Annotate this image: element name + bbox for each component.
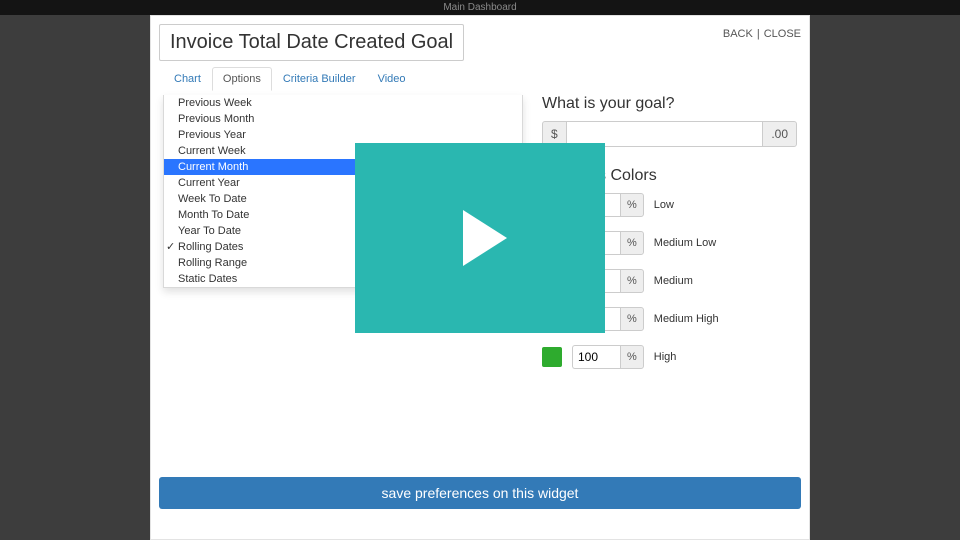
save-button[interactable]: save preferences on this widget <box>159 477 801 509</box>
back-link[interactable]: BACK <box>723 28 753 40</box>
pct-unit: % <box>620 193 644 217</box>
video-play-overlay[interactable] <box>355 143 605 333</box>
tab-options[interactable]: Options <box>212 67 272 91</box>
dropdown-item[interactable]: Previous Year <box>164 127 522 143</box>
pct-unit: % <box>620 269 644 293</box>
tab-chart[interactable]: Chart <box>163 67 212 91</box>
dropdown-item[interactable]: Previous Month <box>164 111 522 127</box>
pct-unit: % <box>620 307 644 331</box>
pct-unit: % <box>620 345 644 369</box>
close-link[interactable]: CLOSE <box>764 28 801 40</box>
progress-label: Medium <box>654 275 693 287</box>
pct-input[interactable] <box>572 345 620 369</box>
progress-row-high: % High <box>542 345 797 369</box>
goal-question: What is your goal? <box>542 95 797 113</box>
progress-label: Medium High <box>654 313 719 325</box>
top-bar-title: Main Dashboard <box>443 2 516 13</box>
progress-label: High <box>654 351 677 363</box>
tab-video[interactable]: Video <box>367 67 417 91</box>
progress-label: Medium Low <box>654 237 716 249</box>
tab-criteria-builder[interactable]: Criteria Builder <box>272 67 367 91</box>
pct-group: % <box>572 345 644 369</box>
top-bar: Main Dashboard <box>0 0 960 15</box>
header-actions: BACK | CLOSE <box>723 24 801 40</box>
play-icon <box>463 210 507 266</box>
color-swatch[interactable] <box>542 347 562 367</box>
dropdown-item[interactable]: Previous Week <box>164 95 522 111</box>
modal-header: Invoice Total Date Created Goal BACK | C… <box>159 24 801 61</box>
pct-unit: % <box>620 231 644 255</box>
progress-label: Low <box>654 199 674 211</box>
widget-title[interactable]: Invoice Total Date Created Goal <box>159 24 464 61</box>
tabs: Chart Options Criteria Builder Video <box>163 67 801 91</box>
cents-suffix: .00 <box>762 121 797 147</box>
